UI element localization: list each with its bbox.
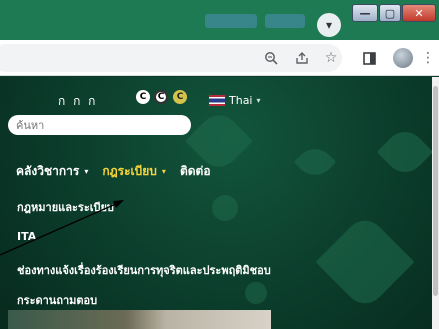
annotation-arrow xyxy=(0,200,124,256)
